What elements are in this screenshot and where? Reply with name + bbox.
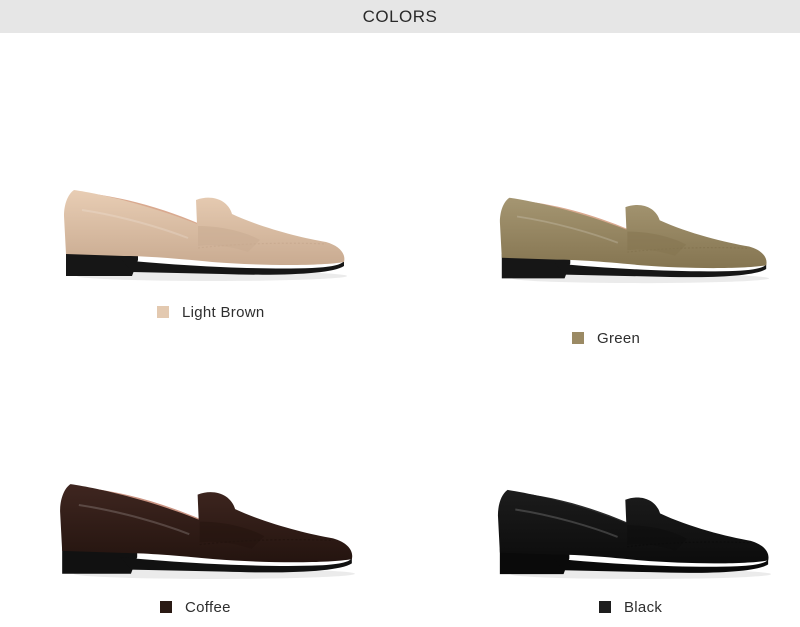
- color-option-coffee[interactable]: Coffee: [160, 597, 231, 617]
- section-title: COLORS: [362, 7, 438, 26]
- color-option-black[interactable]: Black: [599, 597, 662, 617]
- color-option-green[interactable]: Green: [572, 328, 640, 348]
- color-option-light-brown[interactable]: Light Brown: [157, 302, 265, 322]
- swatch-green: [572, 332, 584, 344]
- loafer-light-brown-image: [64, 190, 347, 281]
- swatch-coffee: [160, 601, 172, 613]
- loafer-black-image: [497, 489, 772, 580]
- color-label: Black: [624, 598, 663, 616]
- swatch-light-brown: [157, 306, 169, 318]
- loafer-coffee-image: [60, 484, 355, 579]
- color-label: Coffee: [185, 598, 231, 616]
- loafer-green-image: [499, 197, 770, 284]
- color-label: Light Brown: [182, 303, 265, 321]
- swatch-black: [599, 601, 611, 613]
- color-label: Green: [597, 329, 641, 347]
